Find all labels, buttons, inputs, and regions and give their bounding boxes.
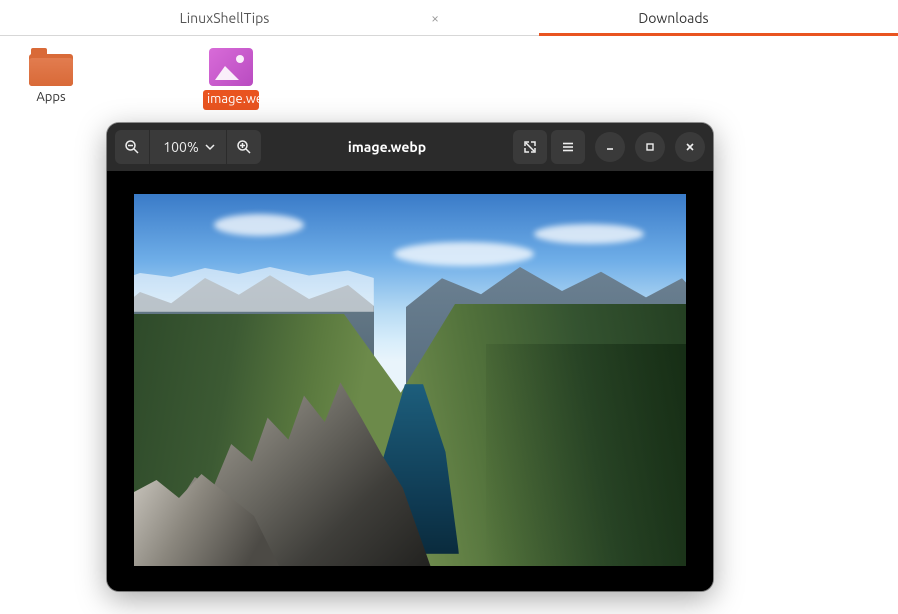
zoom-out-icon <box>124 139 140 155</box>
zoom-level-label: 100% <box>163 139 198 155</box>
zoom-out-button[interactable] <box>115 130 149 164</box>
viewer-body <box>107 171 713 591</box>
tab-label: Downloads <box>638 10 708 26</box>
titlebar: 100% image.webp <box>107 123 713 171</box>
window-title: image.webp <box>265 139 509 155</box>
zoom-in-icon <box>236 139 252 155</box>
chevron-down-icon <box>205 142 215 152</box>
menu-button[interactable] <box>551 130 585 164</box>
active-tab-indicator <box>539 33 898 36</box>
hamburger-icon <box>561 140 575 154</box>
files-area: Apps image.webp <box>0 36 898 110</box>
fullscreen-icon <box>523 140 537 154</box>
maximize-icon <box>644 141 656 153</box>
tab-downloads[interactable]: Downloads <box>449 0 898 35</box>
folder-icon <box>29 48 73 86</box>
zoom-controls: 100% <box>115 130 261 164</box>
file-item-image[interactable]: image.webp <box>186 48 276 110</box>
image-viewer-window: 100% image.webp <box>107 123 713 591</box>
minimize-icon <box>604 141 616 153</box>
tab-bar: LinuxShellTips × Downloads <box>0 0 898 36</box>
image-content <box>134 194 686 566</box>
minimize-button[interactable] <box>595 132 625 162</box>
zoom-in-button[interactable] <box>227 130 261 164</box>
image-icon <box>209 48 253 86</box>
zoom-level-button[interactable]: 100% <box>149 130 227 164</box>
tab-linuxshelltips[interactable]: LinuxShellTips × <box>0 0 449 35</box>
close-icon <box>684 141 696 153</box>
maximize-button[interactable] <box>635 132 665 162</box>
folder-label: Apps <box>36 90 65 104</box>
file-label: image.webp <box>203 90 259 110</box>
close-button[interactable] <box>675 132 705 162</box>
tab-label: LinuxShellTips <box>180 10 270 26</box>
close-icon[interactable]: × <box>431 10 439 26</box>
fullscreen-button[interactable] <box>513 130 547 164</box>
folder-item-apps[interactable]: Apps <box>6 48 96 110</box>
